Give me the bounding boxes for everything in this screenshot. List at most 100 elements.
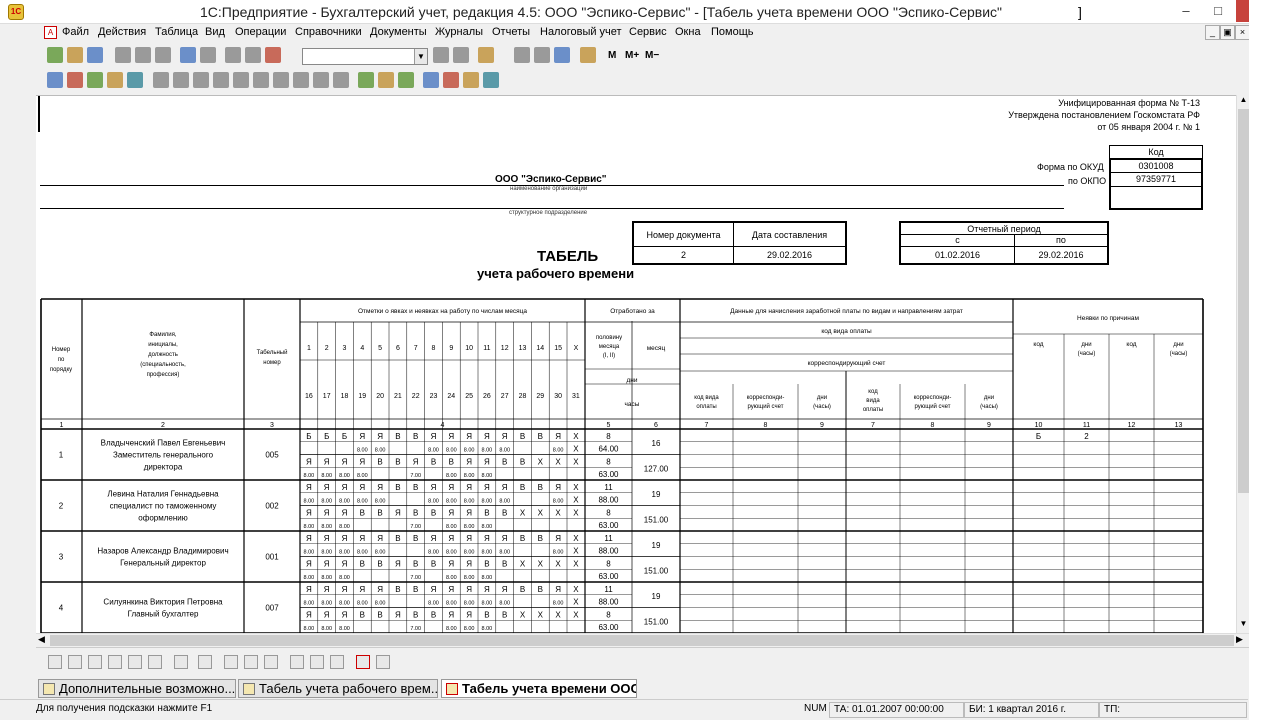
menu-documents[interactable]: Документы (370, 26, 427, 38)
vertical-scrollbar[interactable]: ▲ ▼ (1236, 95, 1249, 633)
undo-icon[interactable] (225, 47, 241, 63)
height-icon[interactable] (333, 72, 349, 88)
scroll-right-icon[interactable]: ▶ (1236, 634, 1243, 645)
menu-view[interactable]: Вид (205, 26, 225, 38)
menu-operations[interactable]: Операции (235, 26, 286, 38)
table-icon[interactable] (47, 72, 63, 88)
chart-icon[interactable] (107, 72, 123, 88)
timesheet-table[interactable]: Номер по порядку Фамилия, инициалы, должность… (36, 96, 1236, 633)
menu-actions[interactable]: Действия (98, 26, 146, 38)
status-bi: БИ: 1 квартал 2016 г. (964, 702, 1099, 718)
edit-icon[interactable] (554, 47, 570, 63)
tab-extra-features[interactable]: Дополнительные возможно... (38, 679, 236, 698)
horizontal-scroll-thumb[interactable] (50, 635, 1234, 646)
cells-icon[interactable] (173, 72, 189, 88)
menu-table[interactable]: Таблица (155, 26, 198, 38)
settings-icon[interactable] (67, 72, 83, 88)
menu-service[interactable]: Сервис (629, 26, 667, 38)
text-icon[interactable] (233, 72, 249, 88)
maximize-button[interactable]: □ (1202, 0, 1234, 22)
redo-icon[interactable] (245, 47, 261, 63)
format-icon[interactable] (293, 72, 309, 88)
calendar-icon[interactable] (534, 47, 550, 63)
day-mark: Я (324, 457, 330, 466)
employee-name: оформлению (138, 514, 187, 523)
menu-file[interactable]: Файл (62, 26, 89, 38)
new-icon[interactable] (47, 47, 63, 63)
save-icon[interactable] (87, 47, 103, 63)
border-icon[interactable] (273, 72, 289, 88)
preview-icon[interactable] (200, 47, 216, 63)
chevron-down-icon[interactable]: ▼ (414, 49, 427, 64)
menu-reports[interactable]: Отчеты (492, 26, 530, 38)
search-combo[interactable]: ▼ (302, 48, 428, 65)
tab-time-timesheet[interactable]: Табель учета времени ООО... (441, 679, 637, 698)
pattern-icon[interactable] (193, 72, 209, 88)
minimize-button[interactable]: – (1170, 0, 1202, 22)
vertical-scroll-thumb[interactable] (1238, 109, 1249, 493)
horizontal-scrollbar[interactable]: ◀ ▶ (36, 633, 1249, 646)
diagram-icon[interactable] (148, 655, 162, 669)
structure-icon[interactable] (127, 72, 143, 88)
print-icon[interactable] (180, 47, 196, 63)
rectangle-icon[interactable] (68, 655, 82, 669)
layout-icon[interactable] (264, 655, 278, 669)
debug-icon[interactable] (443, 72, 459, 88)
menu-references[interactable]: Справочники (295, 26, 362, 38)
calculator-icon[interactable] (514, 47, 530, 63)
merge-icon[interactable] (213, 72, 229, 88)
menu-help[interactable]: Помощь (711, 26, 754, 38)
picture-icon[interactable] (108, 655, 122, 669)
grid-icon[interactable] (153, 72, 169, 88)
m-button[interactable]: M (608, 50, 616, 61)
columns-icon[interactable] (290, 655, 304, 669)
properties-icon[interactable] (376, 655, 390, 669)
m-minus-button[interactable]: M− (645, 50, 659, 61)
sheet-icon[interactable] (87, 72, 103, 88)
open-icon[interactable] (67, 47, 83, 63)
width-icon[interactable] (313, 72, 329, 88)
run-icon[interactable] (423, 72, 439, 88)
page-icon[interactable] (330, 655, 344, 669)
help-icon[interactable] (478, 47, 494, 63)
mdi-restore-button[interactable]: ▣ (1220, 25, 1235, 40)
tab-work-timesheet[interactable]: Табель учета рабочего врем... (238, 679, 438, 698)
column-number: 7 (871, 422, 875, 429)
delete-drawing-icon[interactable] (356, 655, 370, 669)
scroll-left-icon[interactable]: ◀ (38, 634, 45, 645)
rows-icon[interactable] (310, 655, 324, 669)
timesheet-document[interactable]: Унифицированная форма № Т-13 Утверждена … (36, 95, 1236, 633)
day-mark: В (520, 457, 525, 466)
half-hours: 88.00 (598, 598, 619, 607)
bracket-left-icon[interactable] (224, 655, 238, 669)
document-icon[interactable]: A (44, 26, 57, 39)
bracket-right-icon[interactable] (244, 655, 258, 669)
module-icon[interactable] (463, 72, 479, 88)
group-select-icon[interactable] (198, 655, 212, 669)
outline-icon[interactable] (398, 72, 414, 88)
pointer-icon[interactable] (174, 655, 188, 669)
find-prev-icon[interactable] (453, 47, 469, 63)
header-half: половину (596, 335, 622, 341)
menu-journals[interactable]: Журналы (435, 26, 483, 38)
mdi-minimize-button[interactable]: _ (1205, 25, 1220, 40)
paste-icon[interactable] (155, 47, 171, 63)
day-hours: 8.00 (553, 499, 564, 505)
find-next-icon[interactable] (433, 47, 449, 63)
find-icon[interactable] (265, 47, 281, 63)
menu-windows[interactable]: Окна (675, 26, 701, 38)
align-icon[interactable] (253, 72, 269, 88)
mdi-close-button[interactable]: × (1235, 25, 1250, 40)
wizard-icon[interactable] (483, 72, 499, 88)
ole-icon[interactable] (128, 655, 142, 669)
text-box-icon[interactable] (88, 655, 102, 669)
menu-tax[interactable]: Налоговый учет (540, 26, 622, 38)
m-plus-button[interactable]: M+ (625, 50, 639, 61)
ungroup-icon[interactable] (378, 72, 394, 88)
group-icon[interactable] (358, 72, 374, 88)
line-icon[interactable] (48, 655, 62, 669)
book-icon[interactable] (580, 47, 596, 63)
cut-icon[interactable] (115, 47, 131, 63)
day-mark: В (395, 534, 400, 543)
copy-icon[interactable] (135, 47, 151, 63)
